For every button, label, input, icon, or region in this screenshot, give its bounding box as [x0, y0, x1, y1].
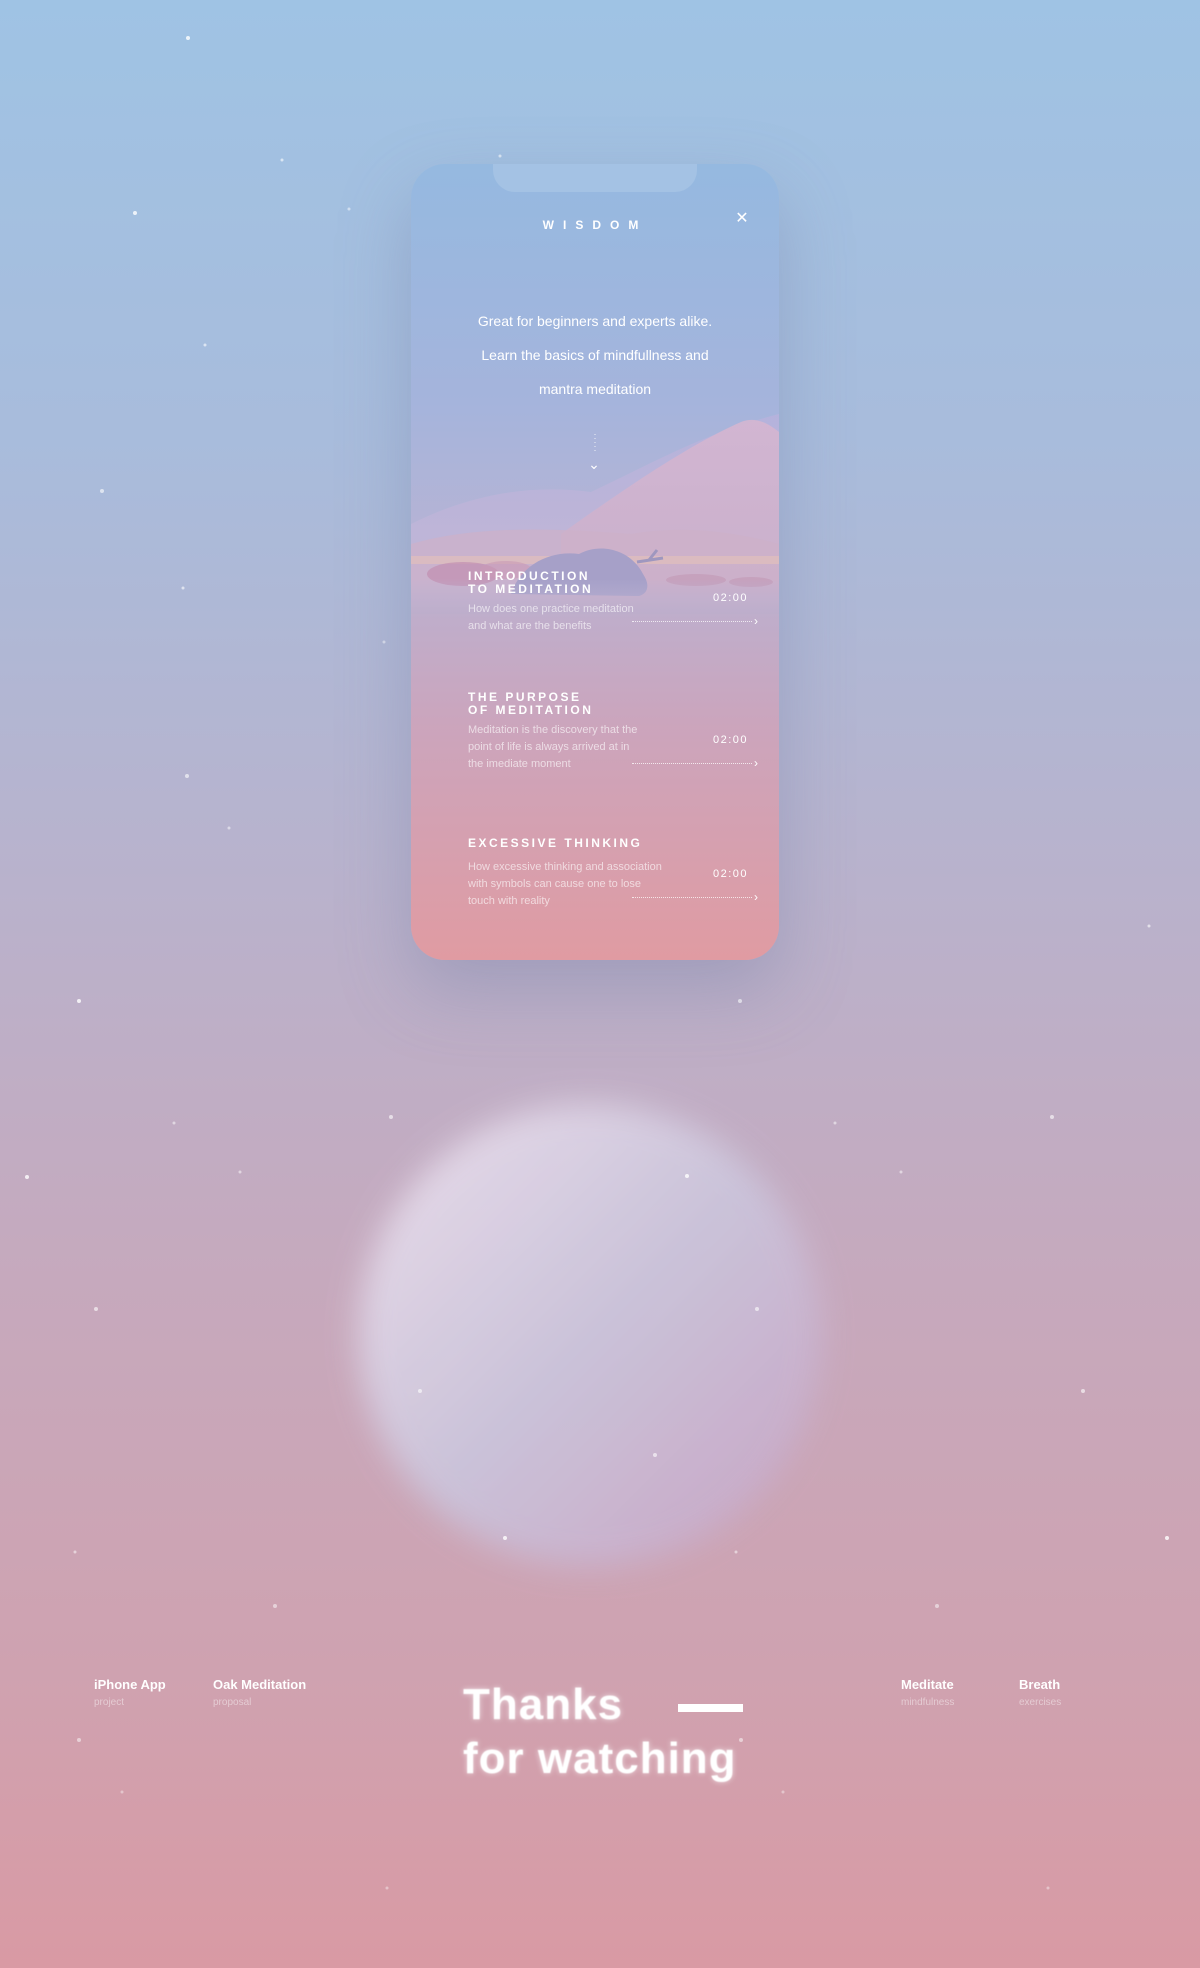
lesson-description: How does one practice meditation and wha… [468, 603, 634, 632]
chevron-right-icon[interactable]: › [754, 757, 758, 769]
footer-item-breath: Breath exercises [1019, 1677, 1062, 1708]
footer-item-iphone-app: iPhone App project [94, 1677, 166, 1708]
intro-line-3: mantra meditation [538, 381, 652, 397]
lesson-duration: 02:00 [712, 592, 748, 604]
thanks-heading: Thanks for watching [463, 1680, 737, 1783]
lesson-title: THE PURPOSE OF MEDITATION [468, 690, 594, 717]
dotted-divider [632, 763, 752, 764]
intro-line-2: Learn the basics of mindfullness and [481, 347, 709, 363]
lesson-title: EXCESSIVE THINKING [468, 836, 643, 850]
footer-item-meditate: Meditate mindfulness [901, 1677, 955, 1708]
footer-item-oak-meditation: Oak Meditation proposal [213, 1677, 307, 1708]
app-title: WISDOM [542, 218, 648, 232]
chevron-down-icon[interactable]: ⌄ [582, 456, 606, 476]
lesson-description: Meditation is the discovery that the poi… [468, 724, 638, 770]
dotted-divider [632, 897, 752, 898]
close-icon[interactable]: ✕ [734, 211, 750, 227]
lesson-item-excessive-thinking[interactable]: EXCESSIVE THINKING How excessive thinkin… [468, 837, 758, 909]
phone-mockup: WISDOM ✕ ⌄ Great for beginners and exper… [411, 164, 779, 960]
intro-line-1: Great for beginners and experts alike. [477, 313, 713, 329]
lesson-description: How excessive thinking and association w… [468, 861, 662, 907]
lesson-duration: 02:00 [712, 868, 748, 880]
lesson-item-purpose[interactable]: THE PURPOSE OF MEDITATION Meditation is … [468, 691, 758, 771]
phone-notch [493, 164, 697, 192]
moon [358, 1103, 822, 1567]
lesson-duration: 02:00 [712, 734, 748, 746]
chevron-right-icon[interactable]: › [754, 615, 758, 627]
lesson-item-introduction[interactable]: INTRODUCTION TO MEDITATION How does one … [468, 570, 758, 636]
dotted-divider [632, 621, 752, 622]
intro-text: Great for beginners and experts alike. L… [431, 304, 759, 406]
chevron-right-icon[interactable]: › [754, 891, 758, 903]
thanks-dash [678, 1704, 743, 1712]
